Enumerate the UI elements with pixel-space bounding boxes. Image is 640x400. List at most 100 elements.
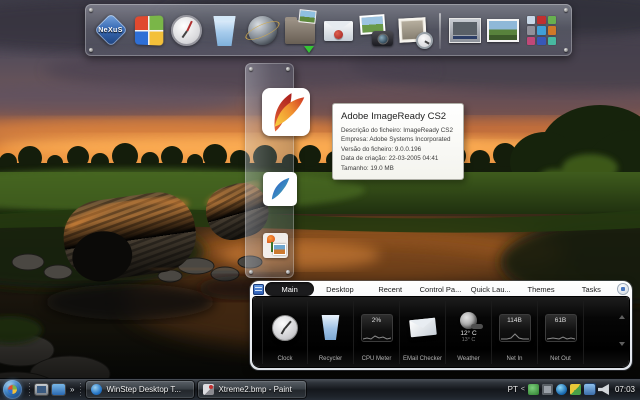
tab-desktop[interactable]: Desktop (315, 282, 364, 296)
screw-icon (249, 67, 253, 71)
tray-collapse-chevron[interactable]: < (521, 386, 525, 393)
widget-label: Recycler (319, 356, 342, 362)
tooltip-line: Data de criação: 22-03-2005 04:41 (341, 154, 455, 163)
tab-main[interactable]: Main (265, 282, 314, 296)
show-desktop-icon[interactable] (35, 384, 48, 395)
net-out-value: 61B (555, 317, 567, 324)
download-arrow-icon (304, 46, 314, 53)
envelope-icon (409, 318, 437, 338)
camera-photos-icon[interactable] (360, 13, 393, 49)
picture-frame-clock-icon[interactable] (398, 13, 431, 49)
start-button[interactable] (3, 380, 22, 399)
tab-control-panel[interactable]: Control Pa... (416, 282, 465, 296)
screw-icon (286, 270, 290, 274)
imageready-feathers-icon (265, 91, 307, 133)
window-thumbnail-app-icon[interactable] (449, 13, 482, 49)
window-thumbnail-image-icon[interactable] (487, 13, 520, 49)
widget-weather[interactable]: 12° C 13° C Weather (446, 301, 492, 364)
tray-green-app-icon[interactable] (528, 384, 539, 395)
globe-network-icon[interactable] (246, 13, 279, 49)
panel-close-icon[interactable] (618, 284, 628, 294)
tooltip-line: Descrição do ficheiro: ImageReady CS2 (341, 126, 455, 135)
panel-menu-icon[interactable] (253, 284, 264, 295)
scroll-up-icon[interactable] (619, 315, 625, 319)
pictures-folder-icon[interactable] (284, 13, 317, 49)
weather-temp: 12° C (460, 330, 476, 337)
top-dock: NeXuS (85, 4, 572, 56)
picture-manager-icon[interactable] (263, 233, 288, 258)
widget-label: CPU Meter (362, 356, 392, 362)
widget-tray: Clock Recycler 2% CPU Meter EMail Checke… (253, 297, 629, 367)
net-in-meter-icon: 114B (499, 314, 531, 342)
imageready-tooltip: Adobe ImageReady CS2 Descrição do fichei… (332, 103, 464, 180)
taskbar: » WinStep Desktop T... Xtreme2.bmp - Pai… (0, 378, 640, 400)
recycle-bin-icon[interactable] (208, 13, 241, 49)
tray-volume-icon[interactable] (598, 384, 609, 395)
widget-label: Net In (506, 356, 522, 362)
cpu-meter-icon: 2% (361, 314, 393, 342)
widget-label: Weather (457, 356, 480, 362)
desktop: NeXuS (0, 0, 640, 400)
tooltip-line: Empresa: Adobe Systems Incorporated (341, 135, 455, 144)
cpu-value: 2% (372, 317, 381, 324)
tooltip-line: Versão do ficheiro: 9.0.0.196 (341, 145, 455, 154)
tab-themes[interactable]: Themes (516, 282, 565, 296)
tray-clock[interactable]: 07:03 (615, 385, 635, 394)
tray-shield-icon[interactable] (570, 384, 581, 395)
recycle-bin-icon (320, 315, 341, 340)
screw-icon (564, 8, 568, 12)
taskbar-button-paint[interactable]: Xtreme2.bmp - Paint (198, 381, 306, 398)
screw-icon (249, 270, 253, 274)
tab-quick-launch[interactable]: Quick Lau... (466, 282, 515, 296)
photoshop-feather-icon (266, 175, 294, 203)
winstep-app-icon (91, 384, 102, 395)
nexus-logo-icon[interactable]: NeXuS (94, 13, 127, 49)
mail-icon[interactable] (322, 13, 355, 49)
weather-temp-secondary: 13° C (462, 337, 476, 343)
clock-icon (272, 315, 298, 341)
scroll-down-icon[interactable] (619, 342, 625, 346)
screw-icon (286, 67, 290, 71)
widget-label: Net Out (550, 356, 571, 362)
top-dock-icons: NeXuS (94, 12, 558, 50)
windows-logo-icon[interactable] (132, 13, 165, 49)
moon-cloud-icon (460, 312, 477, 329)
tooltip-title: Adobe ImageReady CS2 (341, 111, 455, 122)
tray-display-icon[interactable] (542, 384, 553, 395)
widget-panel: Main Desktop Recent Control Pa... Quick … (250, 281, 632, 370)
widget-email-checker[interactable]: EMail Checker (400, 301, 446, 364)
screw-icon (89, 48, 93, 52)
widget-net-out[interactable]: 61B Net Out (538, 301, 584, 364)
tooltip-line: Tamanho: 19.0 MB (341, 164, 455, 173)
screw-icon (564, 48, 568, 52)
paint-app-icon (203, 384, 214, 395)
tray-media-orb-icon[interactable] (556, 384, 567, 395)
widget-cpu-meter[interactable]: 2% CPU Meter (354, 301, 400, 364)
adobe-imageready-icon[interactable] (262, 88, 310, 136)
widget-label: EMail Checker (403, 356, 442, 362)
quick-launch-window-icon[interactable] (52, 384, 65, 395)
net-in-value: 114B (507, 317, 522, 324)
clock-icon[interactable] (170, 13, 203, 49)
language-indicator[interactable]: PT (508, 385, 518, 394)
net-out-meter-icon: 61B (545, 314, 577, 342)
tab-tasks[interactable]: Tasks (567, 282, 616, 296)
taskbar-divider (28, 383, 31, 397)
quick-launch-overflow-chevron[interactable]: » (70, 385, 74, 394)
tab-recent[interactable]: Recent (366, 282, 415, 296)
widget-panel-tabbar: Main Desktop Recent Control Pa... Quick … (250, 281, 632, 297)
widget-recycler[interactable]: Recycler (308, 301, 354, 364)
screw-icon (89, 8, 93, 12)
app-grid-icon[interactable] (525, 13, 558, 49)
taskbar-divider (79, 383, 82, 397)
widget-label: Clock (277, 356, 292, 362)
tray-network-icon[interactable] (584, 384, 595, 395)
system-tray: PT < 07:03 (508, 384, 640, 395)
dock-separator (439, 13, 441, 49)
widget-clock[interactable]: Clock (262, 301, 308, 364)
widget-tray-scrolls (617, 303, 627, 358)
widget-net-in[interactable]: 114B Net In (492, 301, 538, 364)
taskbar-button-winstep[interactable]: WinStep Desktop T... (86, 381, 194, 398)
adobe-photoshop-icon[interactable] (263, 172, 297, 206)
nexus-label: NeXuS (90, 27, 131, 34)
